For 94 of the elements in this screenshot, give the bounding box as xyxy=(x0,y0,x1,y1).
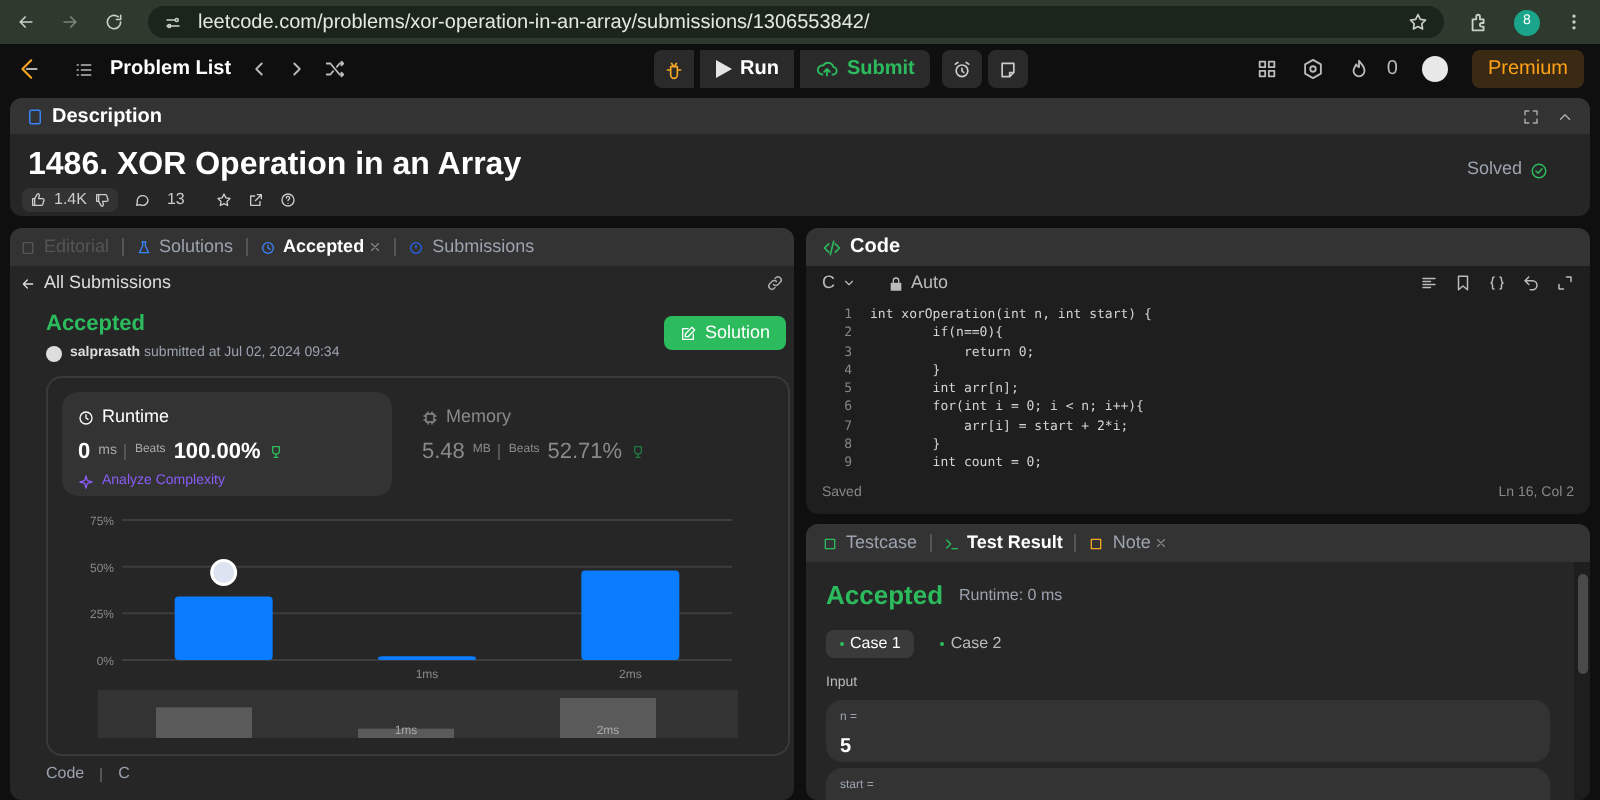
edit-icon xyxy=(680,325,697,341)
alarm-clock-icon xyxy=(952,59,973,79)
submit-button[interactable]: Submit xyxy=(800,50,931,88)
reload-icon[interactable] xyxy=(104,12,124,32)
panel-tab[interactable]: Submissions xyxy=(408,233,535,261)
panel-tab[interactable]: Note xyxy=(1088,529,1151,557)
close-icon[interactable] xyxy=(368,240,383,254)
back-icon[interactable] xyxy=(16,12,36,32)
case-tab[interactable]: Case 2 xyxy=(926,629,1016,657)
debug-button[interactable] xyxy=(654,50,694,88)
document-icon xyxy=(26,107,44,125)
trophy-icon xyxy=(630,443,647,460)
forward-icon[interactable] xyxy=(60,12,80,32)
comment-count: 13 xyxy=(166,188,185,212)
trophy-icon xyxy=(268,443,285,460)
avatar[interactable] xyxy=(1421,56,1448,82)
chip-icon xyxy=(422,409,438,426)
url-text: leetcode.com/problems/xor-operation-in-an-array/submissions/1306553842/ xyxy=(198,9,870,37)
streak-count: 0 xyxy=(1386,56,1398,84)
result-runtime: Runtime: 0 ms xyxy=(959,583,1063,608)
sparkle-icon xyxy=(78,474,94,491)
case-tab[interactable]: Case 1 xyxy=(826,629,915,657)
extensions-icon[interactable] xyxy=(1468,11,1490,33)
help-icon[interactable] xyxy=(280,192,297,208)
chevron-down-icon xyxy=(841,276,855,290)
runtime-value: 0 xyxy=(78,437,91,467)
runtime-beats: 100.00% xyxy=(173,437,261,467)
overview-bar xyxy=(560,698,656,738)
problem-title: 1486. XOR Operation in an Array xyxy=(28,150,522,182)
thumbs-up-icon xyxy=(30,192,46,208)
settings-icon[interactable] xyxy=(1302,58,1325,80)
panel-tab[interactable]: Accepted xyxy=(259,233,365,261)
panel-tab[interactable]: Solutions xyxy=(135,233,234,261)
fullscreen-icon[interactable] xyxy=(1556,274,1574,292)
comment-icon[interactable] xyxy=(134,192,151,208)
memory-label: Memory xyxy=(446,404,512,430)
panel-tab[interactable]: Test Result xyxy=(943,529,1063,557)
flame-icon[interactable] xyxy=(1348,58,1371,80)
arrow-left-icon xyxy=(20,275,36,291)
premium-button[interactable]: Premium xyxy=(1471,50,1584,88)
code-heading: Code xyxy=(46,762,85,786)
expand-icon[interactable] xyxy=(1522,107,1540,125)
run-button[interactable]: Run xyxy=(700,50,795,88)
logo-icon[interactable] xyxy=(16,56,42,82)
all-submissions-link[interactable]: All Submissions xyxy=(20,269,172,297)
overview-bar xyxy=(358,728,454,738)
user-marker-icon xyxy=(210,559,238,587)
clock-icon xyxy=(78,409,94,426)
shuffle-icon[interactable] xyxy=(323,58,346,80)
bookmark-icon[interactable] xyxy=(1454,274,1472,292)
timer-button[interactable] xyxy=(942,50,983,88)
runtime-label: Runtime xyxy=(102,404,170,430)
memory-beats: 52.71% xyxy=(547,437,623,467)
close-icon[interactable] xyxy=(1154,536,1169,550)
bug-icon xyxy=(664,59,684,79)
list-icon xyxy=(74,59,94,79)
memory-value: 5.48 xyxy=(422,437,465,467)
history-icon xyxy=(408,239,425,255)
checkbox-icon xyxy=(822,535,838,551)
code-tab[interactable]: Code xyxy=(850,232,900,262)
address-bar[interactable]: leetcode.com/problems/xor-operation-in-an-array/submissions/1306553842/ xyxy=(148,6,1444,38)
braces-icon[interactable] xyxy=(1488,274,1506,292)
clock-icon xyxy=(259,239,276,255)
layout-icon[interactable] xyxy=(1256,58,1279,80)
star-icon[interactable] xyxy=(1408,12,1428,32)
site-info-icon xyxy=(164,13,182,31)
flask-icon xyxy=(135,239,152,255)
lock-icon xyxy=(887,275,903,291)
input-value: 5 xyxy=(840,734,854,762)
play-icon xyxy=(716,60,732,78)
terminal-icon xyxy=(943,535,960,551)
user-avatar xyxy=(46,345,62,362)
share-icon[interactable] xyxy=(248,192,265,208)
panel-tab[interactable]: Testcase xyxy=(822,529,918,557)
cloud-upload-icon xyxy=(816,58,839,80)
submission-status: Accepted xyxy=(46,310,148,340)
check-circle-icon xyxy=(1530,162,1548,180)
language-dropdown[interactable]: C xyxy=(822,269,855,297)
overview-bar xyxy=(156,707,252,738)
format-icon[interactable] xyxy=(1420,274,1438,292)
mode-label: Auto xyxy=(911,269,949,296)
description-tab[interactable]: Description xyxy=(52,101,163,131)
star-icon[interactable] xyxy=(216,192,233,208)
like-count: 1.4K xyxy=(54,188,87,212)
problem-list-link[interactable]: Problem List xyxy=(110,54,232,84)
link-icon[interactable] xyxy=(766,274,784,292)
code-language: C xyxy=(118,762,130,786)
undo-icon[interactable] xyxy=(1522,274,1540,292)
code-icon xyxy=(822,237,842,257)
notes-button[interactable] xyxy=(988,50,1029,88)
thumbs-down-icon xyxy=(94,192,111,208)
solved-status: Solved xyxy=(1466,155,1522,181)
like-button[interactable]: 1.4K xyxy=(22,188,119,212)
result-status: Accepted xyxy=(826,578,944,614)
